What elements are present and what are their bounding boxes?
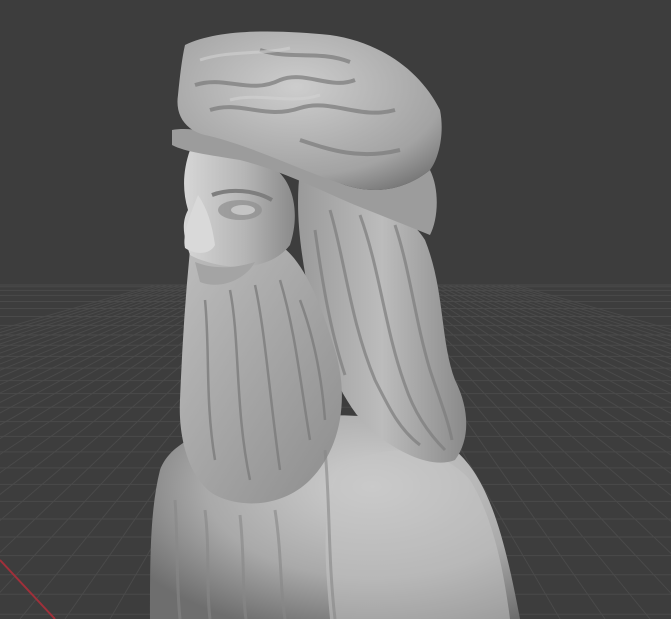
shoulder-highlight bbox=[325, 450, 510, 619]
eye bbox=[231, 205, 255, 215]
3d-viewport[interactable] bbox=[0, 0, 671, 619]
viewport-canvas[interactable] bbox=[0, 0, 671, 619]
